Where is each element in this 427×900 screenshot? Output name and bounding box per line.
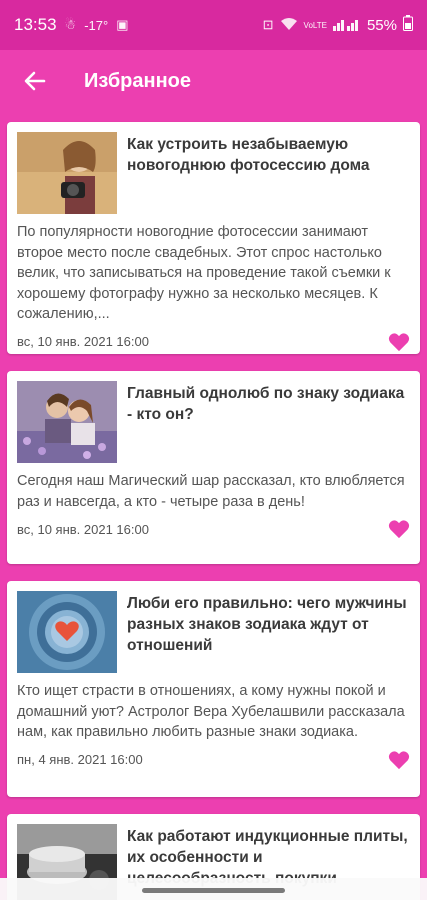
article-thumbnail — [17, 591, 117, 673]
lock-icon: ⊡ — [262, 17, 274, 32]
article-thumbnail — [17, 381, 117, 463]
heart-icon[interactable] — [388, 750, 410, 770]
heart-icon[interactable] — [388, 519, 410, 539]
image-icon: ▣ — [116, 17, 129, 32]
volte-label: VoLTE — [303, 20, 327, 30]
article-excerpt: По популярности новогодние фотосессии за… — [17, 224, 391, 322]
app-bar: Избранное — [0, 50, 427, 112]
article-card[interactable]: Как устроить незабываемую новогоднюю фот… — [7, 122, 420, 354]
article-excerpt: Кто ищет страсти в отношениях, а кому ну… — [17, 683, 405, 740]
article-title[interactable]: Главный однолюб по знаку зодиака - кто о… — [127, 383, 410, 425]
article-title[interactable]: Люби его правильно: чего мужчины разных … — [127, 593, 410, 656]
back-button[interactable] — [18, 64, 52, 98]
heart-icon[interactable] — [388, 332, 410, 352]
battery-percent: 55% — [366, 16, 397, 34]
page-title: Избранное — [84, 69, 192, 92]
home-gesture-handle[interactable] — [142, 888, 285, 893]
article-date: вс, 10 янв. 2021 16:00 — [17, 334, 149, 349]
battery-icon — [403, 15, 413, 35]
favorites-list[interactable]: Как устроить незабываемую новогоднюю фот… — [0, 112, 427, 900]
article-title[interactable]: Как устроить незабываемую новогоднюю фот… — [127, 134, 410, 176]
status-time: 13:53 — [14, 15, 57, 34]
notification-icon: ☃ — [64, 17, 77, 32]
arrow-left-icon — [24, 71, 46, 91]
status-bar: 13:53 ☃ -17° ▣ ⊡ VoLTE 55% — [0, 0, 427, 50]
article-card[interactable]: Главный однолюб по знаку зодиака - кто о… — [7, 371, 420, 564]
signal-icon — [332, 17, 361, 34]
wifi-icon — [280, 17, 298, 34]
article-thumbnail — [17, 132, 117, 214]
weather-temp: -17° — [84, 17, 109, 33]
article-card[interactable]: Люби его правильно: чего мужчины разных … — [7, 581, 420, 797]
article-date: вс, 10 янв. 2021 16:00 — [17, 521, 149, 537]
article-date: пн, 4 янв. 2021 16:00 — [17, 752, 143, 767]
article-excerpt: Сегодня наш Магический шар рассказал, кт… — [17, 473, 405, 510]
